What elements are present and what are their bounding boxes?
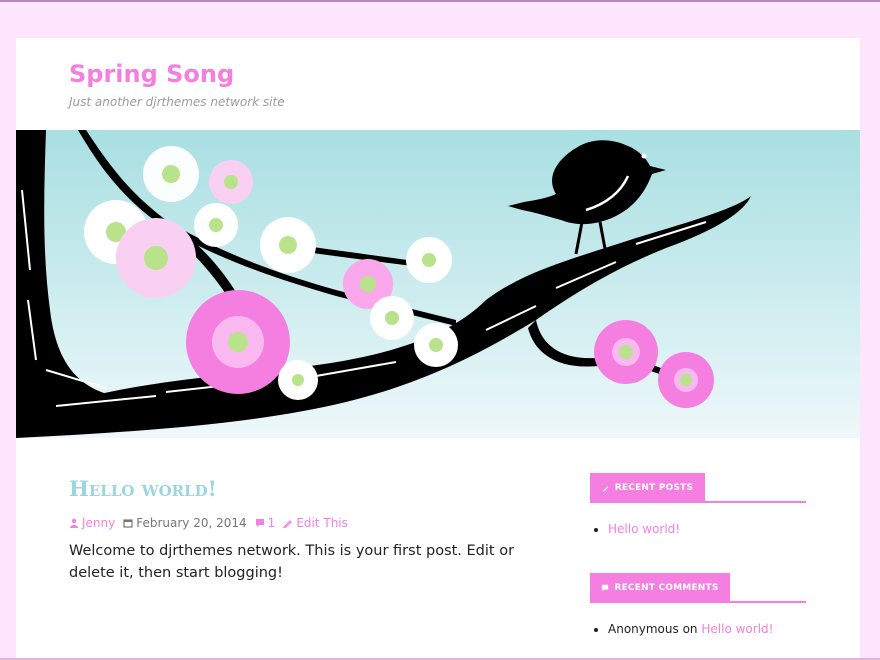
list-item: Hello world!: [608, 522, 806, 536]
pencil-icon: [283, 520, 293, 528]
post-title[interactable]: Hello world!: [69, 476, 217, 501]
comment-author: Anonymous: [608, 622, 679, 636]
post-date: February 20, 2014: [136, 516, 247, 530]
comment-icon: [255, 519, 264, 527]
recent-posts-heading: RECENT POSTS: [590, 473, 705, 502]
site-title[interactable]: Spring Song: [69, 60, 234, 88]
post-content: Welcome to djrthemes network. This is yo…: [69, 543, 515, 581]
post-meta: Jenny February 20, 2014 1 Edit This: [69, 516, 348, 530]
user-icon: [70, 518, 78, 528]
recent-post-link[interactable]: Hello world!: [608, 522, 680, 536]
edit-post-link[interactable]: Edit This: [296, 516, 348, 530]
recent-comments-heading: RECENT COMMENTS: [590, 573, 730, 602]
post-comments-link[interactable]: 1: [268, 516, 276, 530]
site-description: Just another djrthemes network site: [69, 95, 285, 109]
calendar-icon: [123, 519, 133, 528]
page-container: Spring Song Just another djrthemes netwo…: [16, 38, 860, 660]
recent-posts-widget: RECENT POSTS Hello world!: [590, 473, 806, 536]
recent-comments-widget: RECENT COMMENTS Anonymous on Hello world…: [590, 573, 806, 636]
post-author-link[interactable]: Jenny: [82, 516, 115, 530]
list-item: Anonymous on Hello world!: [608, 622, 806, 636]
comment-post-link[interactable]: Hello world!: [701, 622, 773, 636]
header-image: [16, 130, 860, 438]
comment-on-label: on: [682, 622, 698, 636]
pencil-icon: [602, 485, 609, 492]
comment-icon: [602, 584, 609, 591]
